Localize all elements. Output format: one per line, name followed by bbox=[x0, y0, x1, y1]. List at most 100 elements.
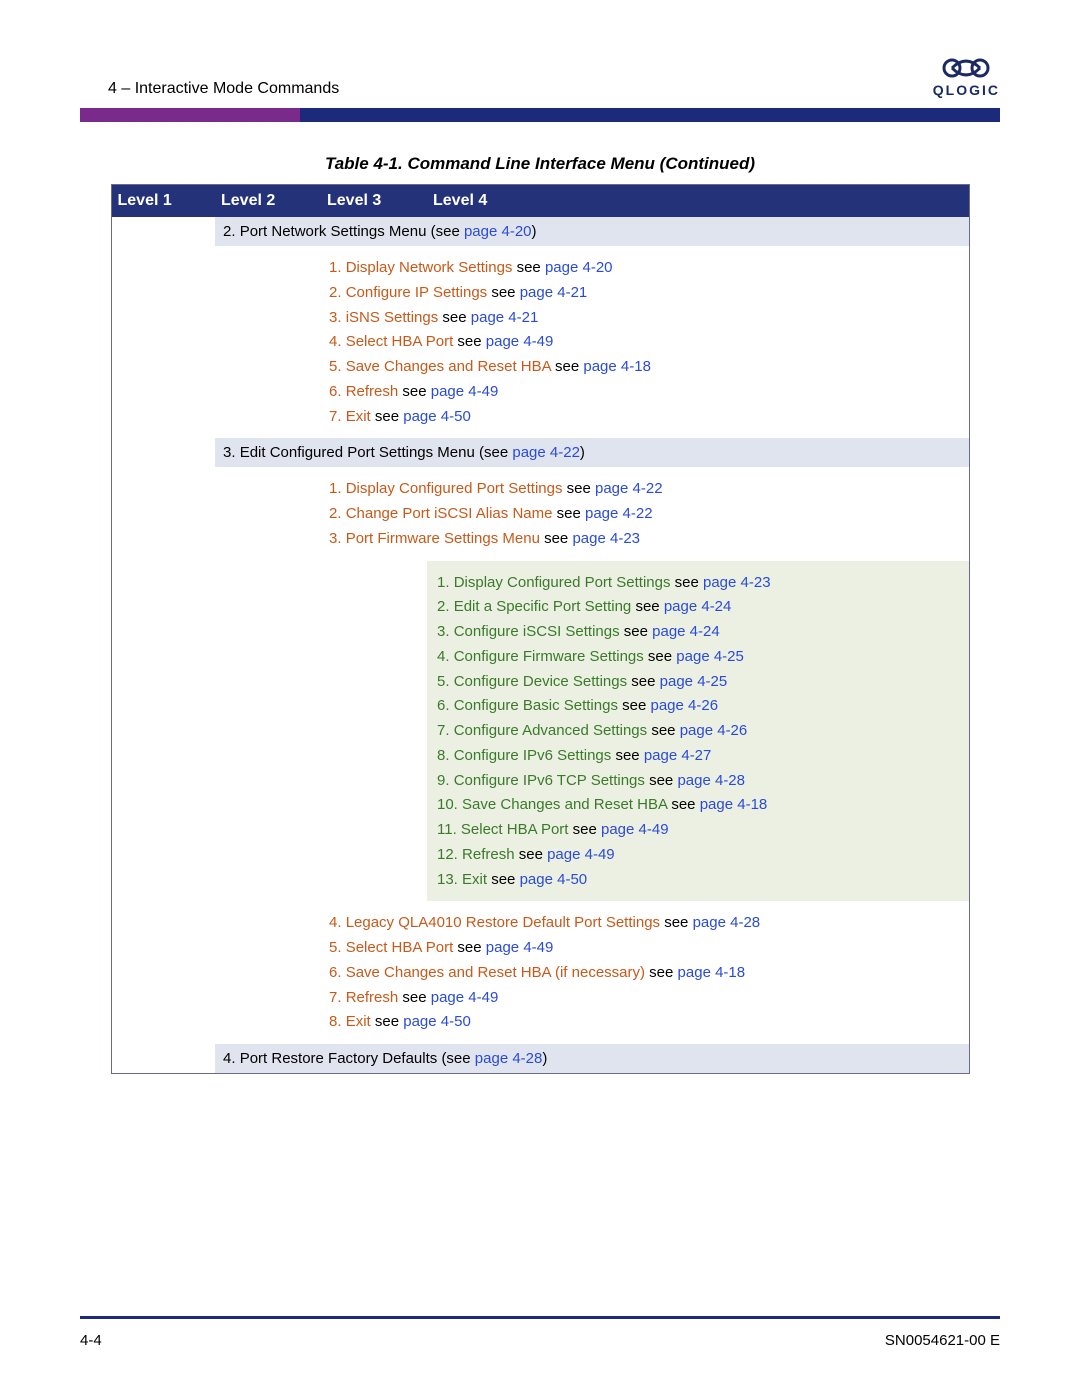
title: Configure IP Settings bbox=[346, 284, 487, 301]
see-close: ) bbox=[542, 1050, 547, 1067]
page-ref-link[interactable]: page 4-49 bbox=[486, 333, 554, 350]
see-close: ) bbox=[532, 223, 537, 240]
page-ref-link[interactable]: page 4-20 bbox=[464, 223, 532, 240]
qlogic-logo: QLOGIC bbox=[933, 56, 1000, 98]
title: Refresh bbox=[346, 383, 399, 400]
title: iSNS Settings bbox=[346, 309, 439, 326]
title: Legacy QLA4010 Restore Default Port Sett… bbox=[346, 914, 660, 931]
see: see bbox=[438, 309, 471, 326]
col-level2: Level 2 bbox=[215, 185, 321, 218]
level2-heading: 3. Edit Configured Port Settings Menu (s… bbox=[215, 438, 969, 467]
title: Select HBA Port bbox=[346, 333, 454, 350]
page-ref-link[interactable]: page 4-49 bbox=[486, 939, 554, 956]
table-header-row: Level 1 Level 2 Level 3 Level 4 bbox=[111, 185, 969, 218]
list-item: 4. Legacy QLA4010 Restore Default Port S… bbox=[329, 912, 961, 934]
list-item: 2. Change Port iSCSI Alias Name see page… bbox=[329, 503, 961, 525]
title: Port Firmware Settings Menu bbox=[346, 530, 540, 547]
title: Display Configured Port Settings bbox=[454, 574, 671, 591]
see: see bbox=[371, 408, 404, 425]
page-ref-link[interactable]: page 4-49 bbox=[547, 846, 615, 863]
see: see bbox=[453, 939, 486, 956]
page-ref-link[interactable]: page 4-50 bbox=[520, 871, 588, 888]
page-ref-link[interactable]: page 4-22 bbox=[595, 480, 663, 497]
title: Exit bbox=[462, 871, 487, 888]
title: Select HBA Port bbox=[461, 821, 569, 838]
see: see bbox=[551, 358, 584, 375]
page-ref-link[interactable]: page 4-18 bbox=[583, 358, 651, 375]
list-item: 1. Display Configured Port Settings see … bbox=[329, 478, 961, 500]
page-ref-link[interactable]: page 4-21 bbox=[520, 284, 588, 301]
title: Configure IPv6 Settings bbox=[454, 747, 612, 764]
num: 3. bbox=[329, 309, 346, 326]
page-ref-link[interactable]: page 4-18 bbox=[700, 796, 768, 813]
list-item: 1. Display Network Settings see page 4-2… bbox=[329, 257, 961, 279]
list-item: 7. Refresh see page 4-49 bbox=[329, 987, 961, 1009]
num: 2. bbox=[437, 598, 454, 615]
page-ref-link[interactable]: page 4-50 bbox=[403, 1013, 471, 1030]
page-ref-link[interactable]: page 4-26 bbox=[650, 697, 718, 714]
num: 4. bbox=[437, 648, 454, 665]
list-item: 8. Configure IPv6 Settings see page 4-27 bbox=[437, 745, 959, 767]
page-ref-link[interactable]: page 4-49 bbox=[431, 989, 499, 1006]
page-ref-link[interactable]: page 4-20 bbox=[545, 259, 613, 276]
title: Edit a Specific Port Setting bbox=[454, 598, 632, 615]
title: Configure Basic Settings bbox=[454, 697, 618, 714]
see: see bbox=[398, 383, 431, 400]
section-title: 4 – Interactive Mode Commands bbox=[108, 80, 339, 98]
page-ref-link[interactable]: page 4-28 bbox=[677, 772, 745, 789]
see: see bbox=[487, 284, 520, 301]
page-ref-link[interactable]: page 4-25 bbox=[660, 673, 728, 690]
list-item: 11. Select HBA Port see page 4-49 bbox=[437, 819, 959, 841]
see: see bbox=[540, 530, 573, 547]
title: Display Network Settings bbox=[346, 259, 513, 276]
header-rule bbox=[80, 108, 1000, 122]
page-ref-link[interactable]: page 4-26 bbox=[680, 722, 748, 739]
num: 8. bbox=[329, 1013, 346, 1030]
table-caption: Table 4-1. Command Line Interface Menu (… bbox=[80, 154, 1000, 174]
see: see bbox=[645, 964, 678, 981]
num: 12. bbox=[437, 846, 462, 863]
title: Save Changes and Reset HBA bbox=[346, 358, 551, 375]
page-ref-link[interactable]: page 4-24 bbox=[652, 623, 720, 640]
table-row: 2. Port Network Settings Menu (see page … bbox=[111, 217, 969, 246]
page-ref-link[interactable]: page 4-23 bbox=[703, 574, 771, 591]
see: see bbox=[453, 333, 486, 350]
page-ref-link[interactable]: page 4-50 bbox=[403, 408, 471, 425]
page-ref-link[interactable]: page 4-22 bbox=[512, 444, 580, 461]
footer-rule bbox=[80, 1316, 1000, 1319]
title: Refresh bbox=[346, 989, 399, 1006]
page-ref-link[interactable]: page 4-24 bbox=[664, 598, 732, 615]
num: 9. bbox=[437, 772, 454, 789]
page-ref-link[interactable]: page 4-18 bbox=[678, 964, 746, 981]
see: see bbox=[660, 914, 693, 931]
page-ref-link[interactable]: page 4-27 bbox=[644, 747, 712, 764]
menu-table: Level 1 Level 2 Level 3 Level 4 2. Port … bbox=[111, 184, 970, 1074]
page-ref-link[interactable]: page 4-21 bbox=[471, 309, 539, 326]
page-ref-link[interactable]: page 4-49 bbox=[601, 821, 669, 838]
title: Refresh bbox=[462, 846, 515, 863]
list-item: 6. Save Changes and Reset HBA (if necess… bbox=[329, 962, 961, 984]
table-row: 1. Display Configured Port Settings see … bbox=[111, 561, 969, 902]
page-ref-link[interactable]: page 4-22 bbox=[585, 505, 653, 522]
num: 7. bbox=[437, 722, 454, 739]
title: Port Restore Factory Defaults bbox=[240, 1050, 438, 1067]
num: 2. bbox=[329, 505, 346, 522]
title: Configure iSCSI Settings bbox=[454, 623, 620, 640]
see: see bbox=[487, 871, 520, 888]
list-item: 9. Configure IPv6 TCP Settings see page … bbox=[437, 770, 959, 792]
num: 4. bbox=[329, 333, 346, 350]
list-item: 1. Display Configured Port Settings see … bbox=[437, 572, 959, 594]
level3-list: 1. Display Configured Port Settings see … bbox=[321, 467, 969, 560]
list-item: 3. Port Firmware Settings Menu see page … bbox=[329, 528, 961, 550]
num: 6. bbox=[437, 697, 454, 714]
list-item: 2. Configure IP Settings see page 4-21 bbox=[329, 282, 961, 304]
title: Configure Device Settings bbox=[454, 673, 627, 690]
page-ref-link[interactable]: page 4-28 bbox=[475, 1050, 543, 1067]
page-ref-link[interactable]: page 4-28 bbox=[693, 914, 761, 931]
list-item: 6. Configure Basic Settings see page 4-2… bbox=[437, 695, 959, 717]
see: see bbox=[552, 505, 585, 522]
page-ref-link[interactable]: page 4-23 bbox=[572, 530, 640, 547]
num: 10. bbox=[437, 796, 462, 813]
page-ref-link[interactable]: page 4-25 bbox=[676, 648, 744, 665]
page-ref-link[interactable]: page 4-49 bbox=[431, 383, 499, 400]
